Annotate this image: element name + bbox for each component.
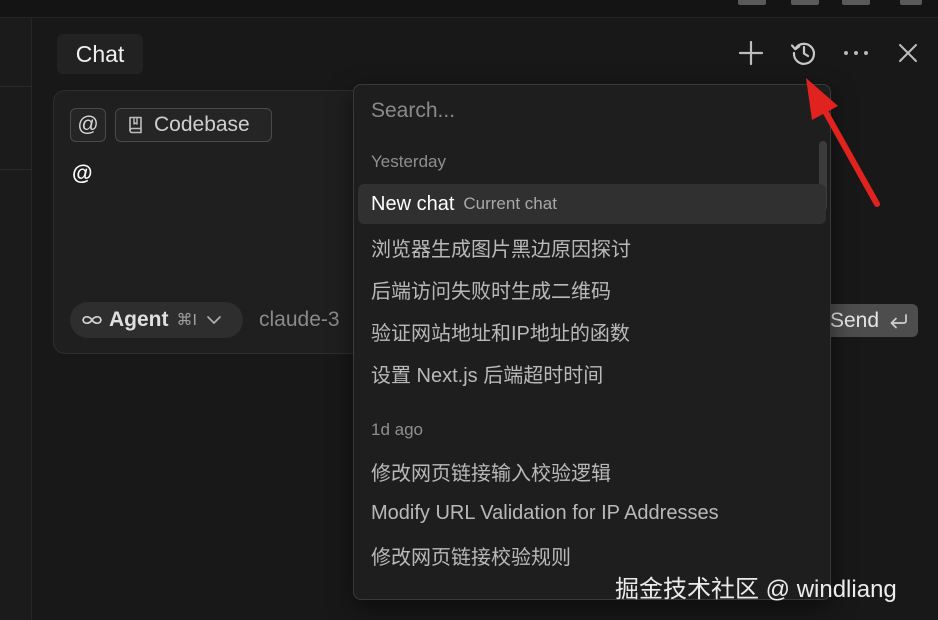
- plus-icon: [738, 40, 764, 66]
- settings-icon[interactable]: [900, 0, 922, 5]
- history-group-1d-ago: 1d ago: [371, 420, 423, 439]
- chevron-down-icon: [207, 316, 221, 324]
- history-item[interactable]: Modify URL Validation for IP Addresses: [358, 493, 826, 533]
- history-item-title: 浏览器生成图片黑边原因探讨: [371, 238, 631, 261]
- infinity-icon: [82, 315, 102, 325]
- mode-shortcut: ⌘I: [176, 312, 197, 329]
- chat-history-dropdown: Yesterday New chat Current chat 浏览器生成图片黑…: [353, 84, 831, 600]
- close-icon: [899, 44, 917, 62]
- history-item-title: 修改网页链接输入校验逻辑: [371, 462, 611, 485]
- close-chat-button[interactable]: [891, 36, 925, 70]
- send-button[interactable]: Send: [818, 304, 918, 337]
- history-item-title: 后端访问失败时生成二维码: [371, 280, 611, 303]
- mode-label: Agent: [109, 308, 169, 331]
- editor-tab-band: [0, 86, 32, 170]
- model-selector[interactable]: claude-3: [259, 308, 340, 332]
- editor-edge: [0, 18, 32, 620]
- more-options-button[interactable]: [839, 36, 873, 70]
- book-icon: [129, 116, 142, 134]
- panel-toggle-icon[interactable]: [791, 0, 819, 5]
- watermark: 掘金技术社区 @ windliang: [615, 576, 897, 603]
- codebase-chip-label: Codebase: [154, 113, 250, 136]
- history-item[interactable]: 浏览器生成图片黑边原因探讨: [358, 227, 826, 267]
- codebase-context-chip[interactable]: Codebase: [115, 108, 272, 142]
- history-item-title: 验证网站地址和IP地址的函数: [371, 322, 630, 345]
- history-group-yesterday: Yesterday: [371, 152, 446, 171]
- at-sign-icon: @: [77, 113, 99, 136]
- send-label: Send: [829, 308, 879, 332]
- current-chat-badge: Current chat: [463, 194, 557, 213]
- new-chat-button[interactable]: [734, 36, 768, 70]
- history-item-current[interactable]: New chat Current chat: [358, 184, 826, 224]
- history-button[interactable]: [787, 36, 821, 70]
- history-item[interactable]: 设置 Next.js 后端超时时间: [358, 353, 826, 393]
- return-key-icon: [890, 313, 907, 328]
- history-item-title: Modify URL Validation for IP Addresses: [371, 501, 719, 524]
- layout-toggle-icon[interactable]: [738, 0, 766, 5]
- composer-input-text[interactable]: @: [72, 162, 92, 186]
- history-search-input[interactable]: [354, 85, 830, 137]
- history-item-title: 修改网页链接校验规则: [371, 546, 571, 569]
- ellipsis-icon: [844, 51, 868, 55]
- chat-title[interactable]: Chat: [57, 34, 143, 74]
- history-item[interactable]: 后端访问失败时生成二维码: [358, 269, 826, 309]
- history-item[interactable]: 修改网页链接输入校验逻辑: [358, 451, 826, 491]
- history-item[interactable]: 验证网站地址和IP地址的函数: [358, 311, 826, 351]
- history-item-title: New chat: [371, 192, 455, 215]
- history-item-title: 设置 Next.js 后端超时时间: [371, 364, 604, 387]
- sidebar-toggle-icon[interactable]: [842, 0, 870, 5]
- mode-selector[interactable]: Agent ⌘I: [70, 302, 243, 338]
- mention-button[interactable]: @: [70, 108, 106, 142]
- title-bar: [0, 0, 938, 18]
- history-icon: [790, 42, 816, 65]
